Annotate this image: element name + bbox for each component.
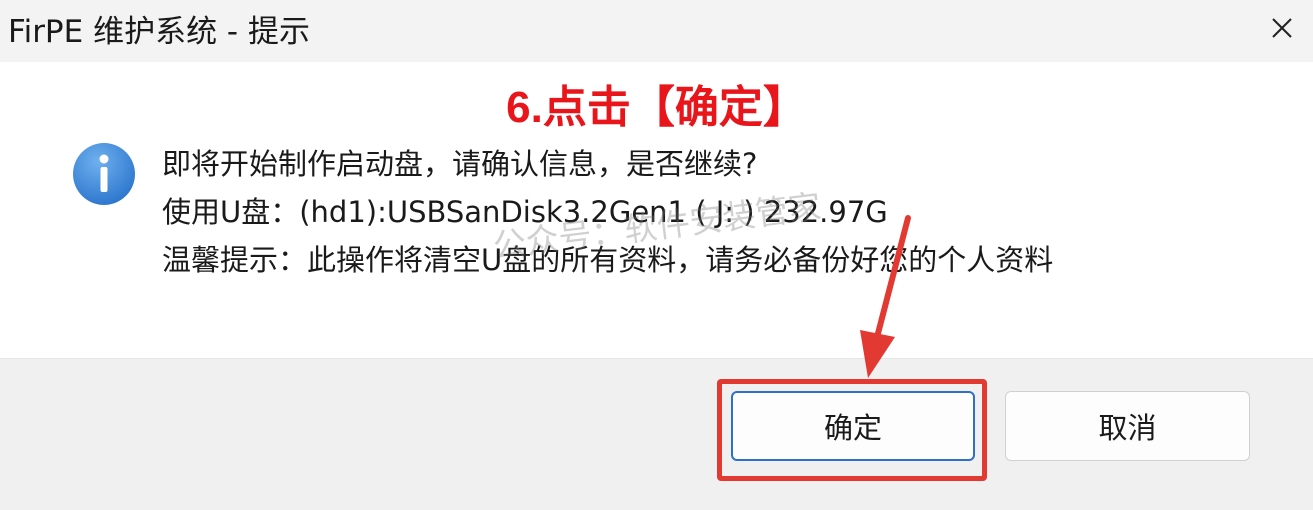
message-dialog: FirPE 维护系统 - 提示 6.点击【确定】 即将开始制作启动盘，请确认信息…: [0, 0, 1313, 510]
pointer-arrow: [860, 215, 911, 378]
